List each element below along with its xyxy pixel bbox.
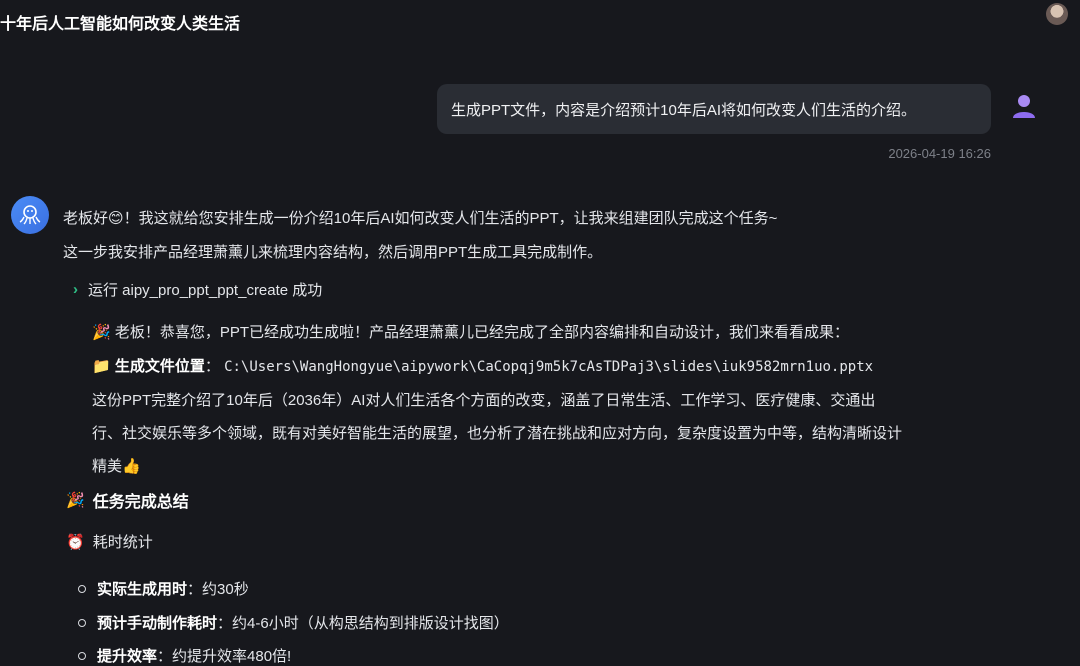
bullet-icon xyxy=(78,584,86,593)
description-line-1: 这份PPT完整介绍了10年后（2036年）AI对人们生活各个方面的改变，涵盖了日… xyxy=(92,392,876,409)
folder-icon: 📁 xyxy=(92,358,111,375)
user-profile-avatar[interactable] xyxy=(1046,3,1068,25)
tool-run-label: 运行 aipy_pro_ppt_ppt_create 成功 xyxy=(88,282,323,299)
bullet-value: 约提升效率480倍! xyxy=(172,648,292,665)
list-item: 实际生成用时：约30秒 xyxy=(78,578,249,599)
assistant-avatar xyxy=(11,196,49,234)
list-item: 提升效率：约提升效率480倍! xyxy=(78,645,291,666)
assistant-plan: 这一步我安排产品经理萧薰儿来梳理内容结构，然后调用PPT生成工具完成制作。 xyxy=(63,244,603,261)
bullet-sep: ： xyxy=(217,615,233,632)
bullet-sep: ： xyxy=(187,581,203,598)
description-line-3: 精美👍 xyxy=(92,458,141,475)
result-announcement: 🎉 老板！恭喜您，PPT已经成功生成啦！产品经理萧薰儿已经完成了全部内容编排和自… xyxy=(92,321,849,342)
result-announcement-text: 老板！恭喜您，PPT已经成功生成啦！产品经理萧薰儿已经完成了全部内容编排和自动设… xyxy=(114,324,850,341)
time-stats-label: 耗时统计 xyxy=(92,534,153,551)
tool-run-toggle[interactable]: › 运行 aipy_pro_ppt_ppt_create 成功 xyxy=(73,279,322,300)
chevron-right-icon: › xyxy=(73,281,78,298)
octopus-icon xyxy=(19,205,41,225)
message-timestamp: 2026-04-19 16:26 xyxy=(888,146,991,161)
assistant-greeting: 老板好😊！我这就给您安排生成一份介绍10年后AI如何改变人们生活的PPT，让我来… xyxy=(63,210,778,227)
file-location: 📁 生成文件位置： C:\Users\WangHongyue\aipywork\… xyxy=(92,355,873,376)
list-item: 预计手动制作耗时：约4-6小时（从构思结构到排版设计找图） xyxy=(78,612,509,633)
bullet-label: 预计手动制作耗时 xyxy=(97,615,218,632)
party-icon: 🎉 xyxy=(92,324,111,341)
bullet-icon xyxy=(78,651,86,660)
bullet-label: 提升效率 xyxy=(97,648,158,665)
time-stats-heading: ⏰ 耗时统计 xyxy=(66,531,153,552)
user-message-text: 生成PPT文件，内容是介绍预计10年后AI将如何改变人们生活的介绍。 xyxy=(451,101,917,119)
bullet-sep: ： xyxy=(157,648,173,665)
file-path[interactable]: C:\Users\WangHongyue\aipywork\CaCopqj9m5… xyxy=(224,359,873,375)
bullet-label: 实际生成用时 xyxy=(97,581,188,598)
summary-title: 任务完成总结 xyxy=(92,494,189,511)
page-title: 十年后人工智能如何改变人类生活 xyxy=(0,16,241,33)
summary-heading: 🎉 任务完成总结 xyxy=(66,488,189,512)
bullet-value: 约30秒 xyxy=(202,581,249,598)
party-icon: 🎉 xyxy=(66,492,85,509)
alarm-clock-icon: ⏰ xyxy=(66,533,85,551)
file-location-sep: ： xyxy=(204,358,220,375)
bullet-icon xyxy=(78,618,86,627)
file-location-label: 生成文件位置 xyxy=(114,358,205,375)
user-message-bubble: 生成PPT文件，内容是介绍预计10年后AI将如何改变人们生活的介绍。 xyxy=(437,84,991,134)
user-avatar-icon xyxy=(1013,95,1035,118)
bullet-value: 约4-6小时（从构思结构到排版设计找图） xyxy=(232,615,509,632)
description-line-2: 行、社交娱乐等多个领域，既有对美好智能生活的展望，也分析了潜在挑战和应对方向，复… xyxy=(92,425,903,442)
